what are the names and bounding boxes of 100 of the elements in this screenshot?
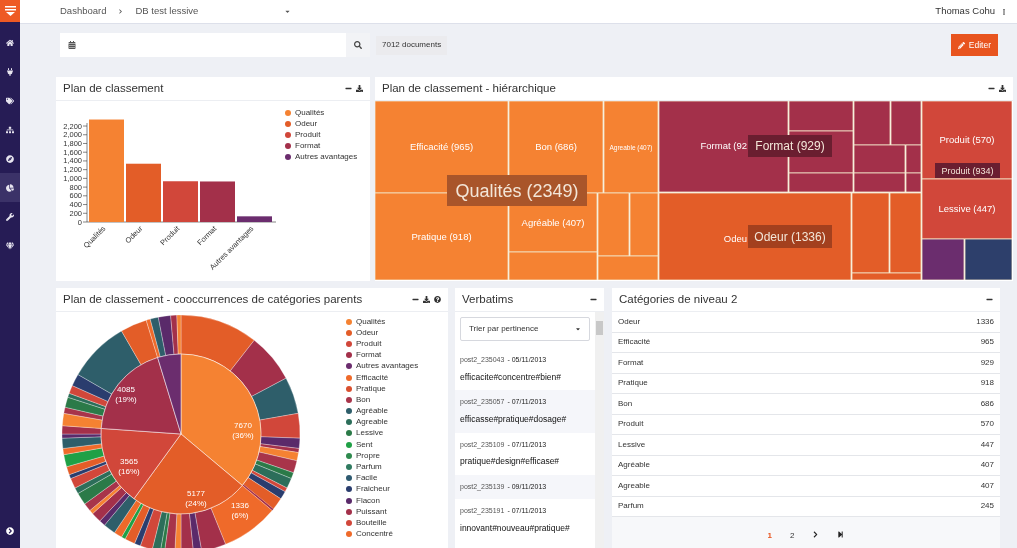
- legend-label: Format: [295, 139, 321, 152]
- calendar-icon: [68, 41, 76, 49]
- category-count: 245: [980, 500, 994, 513]
- panel-title: Plan de classement: [63, 80, 164, 96]
- category-count: 929: [980, 356, 994, 369]
- logo[interactable]: [0, 0, 20, 22]
- panel-title: Plan de classement - cooccurrences de catégories parents: [63, 291, 363, 307]
- last-page-icon[interactable]: [837, 531, 845, 538]
- treemap-label: Odeu: [723, 233, 747, 244]
- download-icon[interactable]: [423, 296, 430, 303]
- category-count: 1336: [976, 315, 994, 328]
- treemap-tooltip: Produit (934): [935, 163, 1000, 178]
- minimize-icon[interactable]: [988, 85, 995, 92]
- category-count: 918: [980, 377, 994, 390]
- treemap-label: Lessive (447): [938, 203, 996, 214]
- slice-label: 4085 (19%): [115, 385, 137, 404]
- legend-label: Lessive: [356, 427, 384, 440]
- panel-title: Verbatims: [462, 291, 514, 307]
- edit-button[interactable]: Editer: [950, 34, 998, 56]
- pencil-icon: [957, 41, 965, 49]
- category-name: Bon: [618, 397, 633, 410]
- database-selector[interactable]: DB test lessive: [135, 4, 292, 19]
- tags-icon: [6, 96, 14, 105]
- plug-icon: [6, 67, 14, 76]
- slice-label: 7670 (36%): [232, 421, 254, 440]
- panel-title: Catégories de niveau 2: [619, 291, 738, 307]
- page-link[interactable]: 2: [790, 530, 795, 542]
- legend-label: Bon: [356, 393, 371, 406]
- legend-label: Agreable: [356, 416, 389, 429]
- category-count: 965: [980, 336, 994, 349]
- legend-label: Odeur: [295, 117, 318, 130]
- page-link[interactable]: 1: [767, 530, 772, 542]
- minimize-icon[interactable]: [590, 296, 597, 303]
- legend-label: Concentré: [356, 528, 393, 541]
- compass-icon: [6, 154, 14, 163]
- home-icon: [6, 38, 14, 47]
- slice-label: 3565 (16%): [118, 457, 140, 476]
- legend-label: Format: [356, 349, 382, 362]
- legend-label: Bouteille: [356, 516, 387, 529]
- verbatim-text: pratique#design#efficase#: [460, 455, 561, 468]
- wrench-icon: [6, 212, 14, 221]
- legend-label: Fraicheur: [356, 483, 390, 496]
- legend-label: Puissant: [356, 505, 387, 518]
- sitemap-icon: [6, 125, 14, 134]
- legend-label: Efficacité: [356, 371, 389, 384]
- legend-label: Sent: [356, 438, 373, 451]
- sunburst-segment: [230, 340, 287, 397]
- legend-label: Facile: [356, 472, 378, 485]
- download-icon[interactable]: [356, 85, 363, 92]
- category-name: Pratique: [618, 377, 648, 390]
- category-count: 686: [980, 397, 994, 410]
- logo-icon: [4, 6, 16, 16]
- document-count: 7012 documents: [376, 35, 448, 55]
- sunburst-segment: [64, 397, 106, 417]
- minimize-icon[interactable]: [412, 296, 419, 303]
- diamond-icon: [6, 241, 14, 250]
- category-count: 407: [980, 459, 994, 472]
- slice-label: 5177 (24%): [185, 489, 207, 508]
- category-name: Odeur: [618, 315, 641, 328]
- treemap-tooltip: Odeur (1336): [748, 225, 832, 248]
- next-page-icon[interactable]: [812, 531, 820, 538]
- verbatim-text: efficasse#pratique#dosage#: [460, 412, 568, 426]
- search-field[interactable]: [60, 33, 370, 57]
- download-icon[interactable]: [999, 85, 1006, 92]
- category-count: 447: [980, 438, 994, 451]
- legend-label: Parfum: [356, 461, 382, 474]
- legend-label: Pratique: [356, 382, 386, 395]
- treemap-label: Format (92: [700, 140, 747, 151]
- bar: [200, 181, 235, 222]
- more-icon[interactable]: [1001, 8, 1007, 15]
- legend-label: Odeur: [356, 326, 379, 339]
- slice-label: 1336 (6%): [231, 501, 249, 520]
- bar: [163, 181, 198, 222]
- treemap-label: Pratique (918): [411, 230, 472, 242]
- sort-dropdown[interactable]: Trier par pertinence: [460, 317, 590, 341]
- scrollbar[interactable]: [595, 312, 604, 548]
- category-name: Parfum: [618, 500, 644, 513]
- search-button[interactable]: [346, 33, 370, 57]
- treemap-label: Efficacité (965): [409, 141, 474, 152]
- user-name[interactable]: Thomas Cohu: [935, 4, 995, 19]
- category-name: Produit: [618, 418, 644, 431]
- sunburst-segment: [114, 500, 142, 538]
- category-name: Lessive: [618, 438, 646, 451]
- category-name: Agréable: [618, 459, 651, 472]
- legend-label: Qualités: [356, 315, 386, 328]
- breadcrumb-link[interactable]: Dashboard: [60, 4, 107, 19]
- legend-label: Produit: [295, 128, 321, 141]
- category-name: Agreable: [618, 479, 651, 492]
- sunburst-segment: [99, 492, 130, 526]
- category-count: 407: [980, 479, 994, 492]
- expand-icon[interactable]: [6, 527, 14, 535]
- help-icon[interactable]: [434, 296, 441, 303]
- minimize-icon[interactable]: [345, 85, 352, 92]
- treemap-label: Produit (570): [939, 134, 995, 145]
- legend-label: Produit: [356, 337, 382, 350]
- legend-label: Autres avantages: [356, 360, 419, 373]
- sidebar-item[interactable]: [0, 173, 20, 202]
- chevron-icon: [118, 9, 124, 14]
- category-name: Efficacité: [618, 336, 651, 349]
- minimize-icon[interactable]: [986, 296, 993, 303]
